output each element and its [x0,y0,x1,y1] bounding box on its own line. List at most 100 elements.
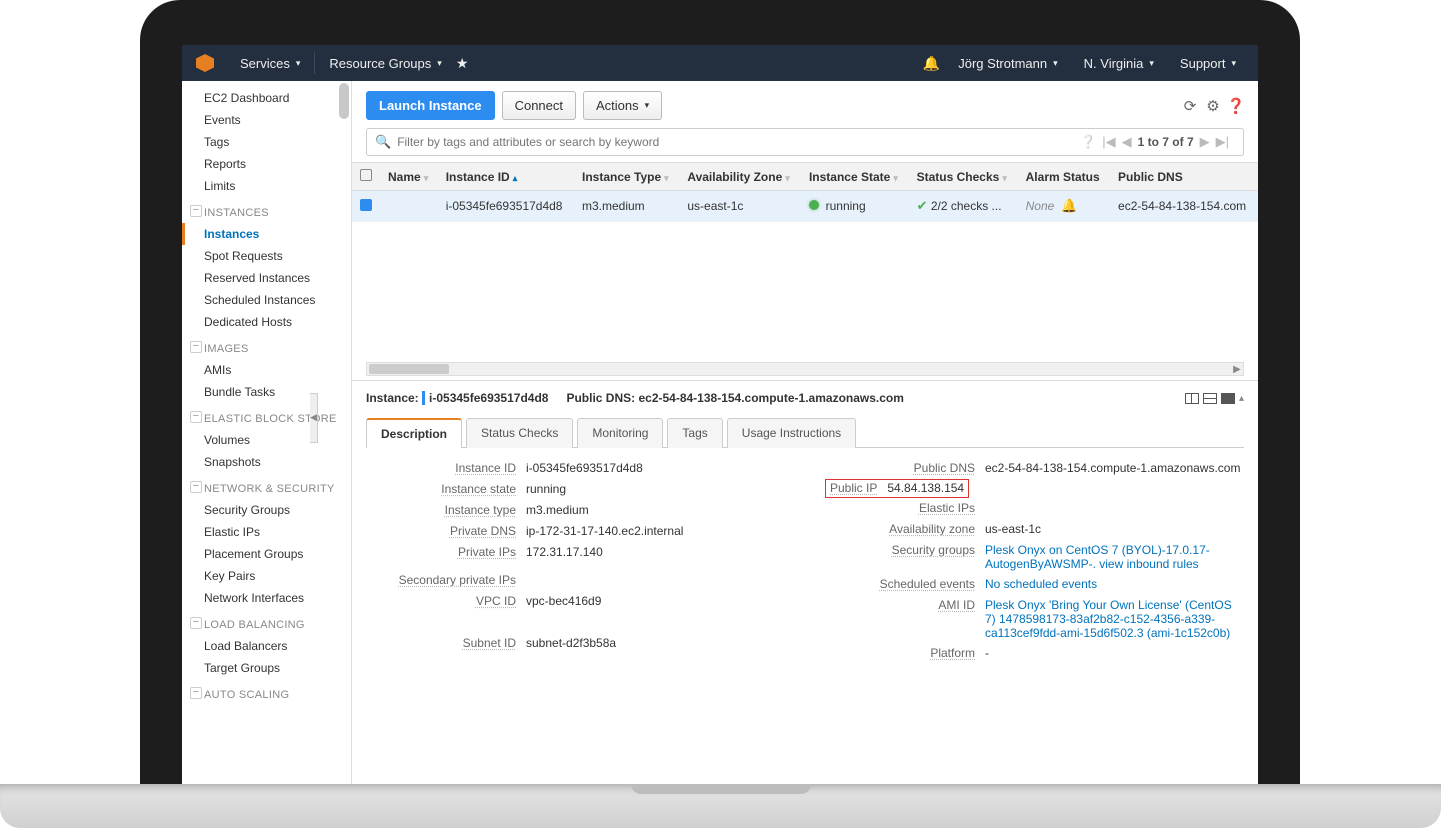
layout-full-icon[interactable] [1221,393,1235,404]
field-label: VPC ID [366,594,526,609]
launch-instance-button[interactable]: Launch Instance [366,91,495,120]
col-dns[interactable]: Public DNS [1110,163,1258,191]
table-header-row: Name▾ Instance ID▴ Instance Type▾ Availa… [352,163,1258,191]
tab-description[interactable]: Description [366,418,462,448]
check-pass-icon: ✔ [917,198,928,213]
field-label: Instance state [366,482,526,497]
col-instance-type[interactable]: Instance Type▾ [574,163,679,191]
actions-menu[interactable]: Actions▾ [583,91,662,120]
field-label: Security groups [825,543,985,571]
sidebar-head-instances[interactable]: INSTANCES [182,203,351,223]
sidebar-item-instances[interactable]: Instances [182,223,351,245]
field-link[interactable]: Plesk Onyx 'Bring Your Own License' (Cen… [985,598,1232,640]
field-link[interactable]: Plesk Onyx on CentOS 7 (BYOL)-17.0.17-Au… [985,543,1210,571]
field-label [366,566,526,567]
field-label: Elastic IPs [825,501,985,516]
detail-left-col: Instance IDi-05345fe693517d4d8Instance s… [366,458,785,664]
sidebar-head-images[interactable]: IMAGES [182,339,351,359]
table-row[interactable]: i-05345fe693517d4d8 m3.medium us-east-1c… [352,191,1258,222]
sidebar-item-eni[interactable]: Network Interfaces [182,587,351,609]
help-icon[interactable]: ❓ [1228,98,1244,114]
sidebar-head-ebs[interactable]: ELASTIC BLOCK STORE [182,409,351,429]
col-state[interactable]: Instance State▾ [801,163,909,191]
sidebar-item-reserved[interactable]: Reserved Instances [182,267,351,289]
sidebar-item-bundle[interactable]: Bundle Tasks [182,381,351,403]
sidebar-item-events[interactable]: Events [182,109,351,131]
layout-split-icon[interactable] [1203,393,1217,404]
sidebar-item-keypairs[interactable]: Key Pairs [182,565,351,587]
sidebar-head-network[interactable]: NETWORK & SECURITY [182,479,351,499]
field-value: Plesk Onyx 'Bring Your Own License' (Cen… [985,598,1244,640]
tab-usage[interactable]: Usage Instructions [727,418,856,448]
col-az[interactable]: Availability Zone▾ [679,163,801,191]
field-label: Private IPs [366,545,526,560]
sidebar-item-dashboard[interactable]: EC2 Dashboard [182,87,351,109]
hscroll-thumb[interactable] [369,364,449,374]
aws-logo-icon[interactable] [196,54,214,72]
field-label: Instance type [366,503,526,518]
connect-button[interactable]: Connect [502,91,576,120]
detail-field: Private DNSip-172-31-17-140.ec2.internal [366,521,785,542]
collapse-panel-icon[interactable]: ▴ [1239,393,1244,404]
aws-console-window: Services▾ Resource Groups▾ ★ 🔔 Jörg Stro… [182,45,1258,785]
filter-input[interactable] [397,135,1074,149]
sidebar-head-elb[interactable]: LOAD BALANCING [182,615,351,635]
support-menu[interactable]: Support▾ [1172,56,1244,71]
pin-icon[interactable]: ★ [456,55,469,72]
detail-header: Instance: i-05345fe693517d4d8 Public DNS… [366,389,1244,413]
detail-right-col: Public DNSec2-54-84-138-154.compute-1.am… [825,458,1244,664]
pager-prev-icon[interactable]: ◀ [1122,134,1132,150]
tab-tags[interactable]: Tags [667,418,722,448]
sidebar-item-secgroups[interactable]: Security Groups [182,499,351,521]
sidebar-item-tg[interactable]: Target Groups [182,657,351,679]
hscroll-right-icon[interactable]: ▶ [1231,363,1243,375]
running-dot-icon [809,200,819,210]
resource-groups-menu[interactable]: Resource Groups▾ [321,45,449,81]
table-horizontal-scrollbar[interactable]: ◀ ▶ [366,362,1244,376]
layout-columns-icon[interactable] [1185,393,1199,404]
tab-monitoring[interactable]: Monitoring [577,418,663,448]
sidebar-item-reports[interactable]: Reports [182,153,351,175]
pager-last-icon[interactable]: ▶| [1216,134,1229,150]
col-name[interactable]: Name▾ [380,163,438,191]
sidebar: EC2 Dashboard Events Tags Reports Limits… [182,81,352,785]
field-value: - [985,646,1244,661]
detail-field: Platform- [825,643,1244,664]
sidebar-item-amis[interactable]: AMIs [182,359,351,381]
sidebar-head-autoscaling[interactable]: AUTO SCALING [182,685,351,705]
filter-bar: 🔍 ❔ |◀ ◀ 1 to 7 of 7 ▶ ▶| [366,128,1244,156]
refresh-icon[interactable]: ⟳ [1182,98,1198,114]
tab-status-checks[interactable]: Status Checks [466,418,573,448]
sidebar-scrollbar[interactable] [339,83,349,119]
sidebar-item-scheduled[interactable]: Scheduled Instances [182,289,351,311]
services-menu[interactable]: Services▾ [232,45,308,81]
sidebar-item-lb[interactable]: Load Balancers [182,635,351,657]
sidebar-item-snapshots[interactable]: Snapshots [182,451,351,473]
sidebar-item-tags[interactable]: Tags [182,131,351,153]
detail-field: Instance typem3.medium [366,500,785,521]
select-all-checkbox[interactable] [360,169,372,181]
field-link[interactable]: No scheduled events [985,577,1097,591]
filter-help-icon[interactable]: ❔ [1080,134,1096,150]
sidebar-item-dedicated[interactable]: Dedicated Hosts [182,311,351,333]
sidebar-item-volumes[interactable]: Volumes [182,429,351,451]
sidebar-item-placement[interactable]: Placement Groups [182,543,351,565]
cell-instance-type: m3.medium [574,191,679,222]
row-checkbox[interactable] [360,199,372,211]
sidebar-item-limits[interactable]: Limits [182,175,351,197]
alarm-bell-icon[interactable]: 🔔 [1061,198,1077,213]
sidebar-collapse-handle[interactable]: ◀ [310,393,318,443]
pager-first-icon[interactable]: |◀ [1102,134,1115,150]
field-value: 54.84.138.154 [887,481,964,496]
notifications-icon[interactable]: 🔔 [923,55,940,72]
sidebar-item-spot[interactable]: Spot Requests [182,245,351,267]
col-instance-id[interactable]: Instance ID▴ [438,163,574,191]
region-menu[interactable]: N. Virginia▾ [1076,56,1162,71]
col-alarm[interactable]: Alarm Status [1018,163,1110,191]
settings-icon[interactable]: ⚙ [1205,98,1221,114]
sidebar-item-eip[interactable]: Elastic IPs [182,521,351,543]
col-checks[interactable]: Status Checks▾ [909,163,1018,191]
pager-next-icon[interactable]: ▶ [1200,134,1210,150]
detail-field: Scheduled eventsNo scheduled events [825,574,1244,595]
user-menu[interactable]: Jörg Strotmann▾ [950,56,1065,71]
